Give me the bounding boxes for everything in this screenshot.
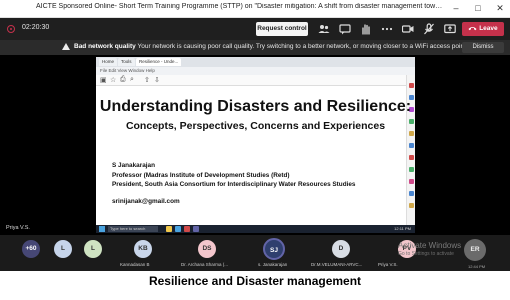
tool-icon bbox=[409, 83, 414, 88]
windows-start-icon bbox=[99, 226, 105, 232]
taskbar-clock: 12:11 PM bbox=[394, 226, 411, 231]
participants-strip: +60 L L KB Kannadasan B DS Dr. Archana S… bbox=[0, 235, 510, 271]
self-view-name: Priya V.S. bbox=[6, 225, 30, 231]
camera-icon[interactable] bbox=[401, 22, 414, 36]
participant-name: Priya V.S. bbox=[378, 262, 398, 267]
tool-icon bbox=[409, 143, 414, 148]
search-icon: ⌕ bbox=[130, 76, 134, 83]
activate-windows-watermark: Activate Windows bbox=[398, 241, 462, 250]
network-warning-text: Bad network quality Your network is caus… bbox=[74, 43, 468, 50]
call-timer: 02:20:30 bbox=[22, 24, 50, 31]
participant-avatar[interactable]: KB bbox=[134, 240, 152, 258]
taskbar-apps bbox=[166, 226, 199, 232]
pdf-toolbar: ▣ ☆ ⎙ ⌕ ⇧ ⇩ bbox=[96, 75, 415, 86]
call-control-bar: 02:20:30 Request control Leave bbox=[0, 18, 510, 40]
tool-icon bbox=[409, 191, 414, 196]
slide-affiliation-1: Professor (Madras Institute of Developme… bbox=[112, 171, 290, 179]
slide-author: S Janakarajan bbox=[112, 162, 155, 169]
windows-taskbar: Type here to search 12:11 PM bbox=[96, 225, 415, 233]
meeting-stage: Home Tools Resilience - Unde... File Edi… bbox=[0, 55, 510, 235]
pdf-menu-bar: File Edit View Window Help bbox=[96, 67, 415, 75]
participant-name: Dr.M.VELUMANI-ARVC... bbox=[311, 262, 363, 267]
participant-avatar[interactable]: ER bbox=[464, 239, 486, 261]
tool-icon bbox=[409, 179, 414, 184]
participant-name: s. Janakarajan bbox=[258, 262, 288, 267]
dismiss-button[interactable]: Dismiss bbox=[462, 42, 504, 53]
speaker-avatar[interactable]: SJ bbox=[263, 238, 285, 260]
prev-page-icon: ⇧ bbox=[144, 77, 150, 84]
participant-avatar[interactable]: DS bbox=[198, 240, 216, 258]
network-warning-message: Your network is causing poor call qualit… bbox=[137, 43, 468, 50]
pdf-app-icon bbox=[184, 226, 190, 232]
slide-affiliation-2: President, South Asia Consortium for Int… bbox=[112, 181, 356, 188]
folder-icon bbox=[166, 226, 172, 232]
browser-icon bbox=[175, 226, 181, 232]
tab-home[interactable]: Home bbox=[99, 58, 118, 66]
mic-off-icon[interactable] bbox=[423, 22, 435, 36]
participant-name: Kannadasan B bbox=[120, 262, 150, 267]
tab-tools[interactable]: Tools bbox=[118, 58, 135, 66]
tool-icon bbox=[409, 155, 414, 160]
participant-name: Dr. Archana Sharma (... bbox=[181, 262, 229, 267]
raise-hand-icon[interactable] bbox=[360, 22, 372, 36]
network-warning-banner: Bad network quality Your network is caus… bbox=[0, 40, 510, 55]
recording-icon bbox=[7, 25, 15, 33]
more-participants-avatar[interactable]: +60 bbox=[22, 240, 40, 258]
tab-document[interactable]: Resilience - Unde... bbox=[136, 58, 182, 66]
leave-label: Leave bbox=[479, 25, 498, 32]
participant-avatar[interactable]: L bbox=[54, 240, 72, 258]
more-icon[interactable] bbox=[381, 22, 393, 36]
save-icon: ▣ bbox=[100, 77, 107, 84]
image-caption: Resilience and Disaster management bbox=[148, 274, 362, 288]
strip-clock: 12:44 PM bbox=[468, 264, 486, 269]
slide-subtitle: Concepts, Perspectives, Concerns and Exp… bbox=[125, 120, 386, 132]
network-warning-title: Bad network quality bbox=[74, 43, 136, 50]
tool-icon bbox=[409, 167, 414, 172]
teams-icon bbox=[193, 226, 199, 232]
activate-windows-subtext: Go to Settings to activate bbox=[398, 251, 454, 257]
print-icon: ⎙ bbox=[120, 76, 126, 83]
participant-avatar[interactable]: L bbox=[84, 240, 102, 258]
next-page-icon: ⇩ bbox=[154, 77, 160, 84]
taskbar-search: Type here to search bbox=[108, 226, 158, 232]
slide-email: srinijanak@gmail.com bbox=[112, 198, 180, 205]
star-icon: ☆ bbox=[110, 77, 117, 84]
shared-screen: Home Tools Resilience - Unde... File Edi… bbox=[96, 57, 415, 233]
share-screen-icon[interactable] bbox=[444, 22, 456, 36]
tool-icon bbox=[409, 203, 414, 208]
warning-icon bbox=[62, 43, 70, 50]
slide-title: Understanding Disasters and Resilience: bbox=[99, 98, 412, 115]
minimize-button[interactable]: – bbox=[450, 2, 462, 14]
chat-icon[interactable] bbox=[339, 22, 351, 36]
call-controls bbox=[318, 22, 456, 36]
request-control-button[interactable]: Request control bbox=[256, 22, 308, 36]
window-title: AICTE Sponsored Online- Short Term Train… bbox=[36, 3, 446, 10]
people-icon[interactable] bbox=[318, 22, 330, 36]
close-button[interactable]: ✕ bbox=[494, 2, 506, 14]
window-titlebar: AICTE Sponsored Online- Short Term Train… bbox=[0, 0, 510, 18]
maximize-button[interactable]: □ bbox=[472, 2, 484, 14]
leave-button[interactable]: Leave bbox=[462, 22, 504, 36]
pdf-tab-bar: Home Tools Resilience - Unde... bbox=[96, 57, 415, 67]
slide-author-block: S Janakarajan Professor (Madras Institut… bbox=[112, 161, 356, 190]
window-controls: – □ ✕ bbox=[450, 2, 506, 14]
participant-avatar[interactable]: D bbox=[332, 240, 350, 258]
